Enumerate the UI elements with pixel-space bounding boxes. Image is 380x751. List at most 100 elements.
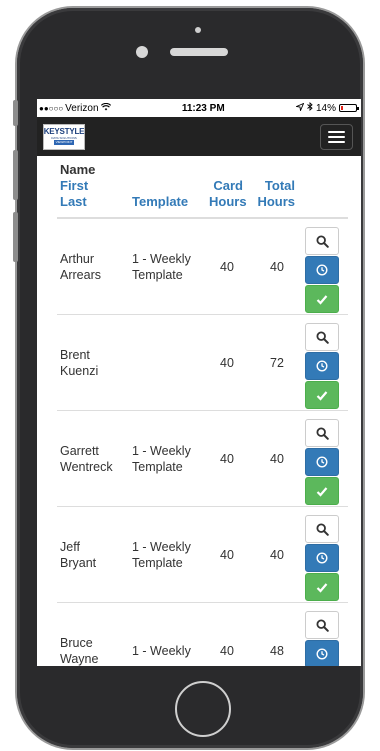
clock-icon: [316, 456, 328, 468]
first-name: Bruce: [60, 635, 93, 650]
hamburger-menu-button[interactable]: [320, 123, 353, 150]
total-hours-cell: 72: [257, 315, 297, 410]
table-row: Bruce Wayne 1 - Weekly 40 48: [57, 603, 348, 666]
table-row: Arthur Arrears 1 - Weekly Template 40 40: [57, 219, 348, 315]
screen: ●●○○○ Verizon 11:23 PM 14% KEYSTYLE DATA…: [37, 99, 361, 666]
clock-icon: [316, 648, 328, 660]
approve-button[interactable]: [305, 285, 339, 313]
timecard-button[interactable]: [305, 544, 339, 572]
template-cell: 1 - Weekly Template: [132, 507, 198, 602]
logo-badge: VIEWPOINT: [53, 140, 75, 145]
row-actions: [305, 611, 339, 666]
first-name: Garrett: [60, 443, 99, 458]
timecard-button[interactable]: [305, 352, 339, 380]
sort-card-hours-line2[interactable]: Hours: [209, 194, 247, 209]
signal-strength: ●●○○○: [39, 103, 64, 113]
sort-last-name[interactable]: Last: [60, 194, 87, 209]
approve-button[interactable]: [305, 381, 339, 409]
card-hours-cell: 40: [207, 411, 247, 506]
search-icon: [315, 234, 329, 248]
total-hours: 40: [270, 547, 284, 562]
template-cell: 1 - Weekly Template: [132, 219, 198, 314]
check-icon: [316, 486, 328, 497]
first-name: Arthur: [60, 251, 95, 266]
check-icon: [316, 390, 328, 401]
keystyle-logo[interactable]: KEYSTYLE DATA SOLUTIONS VIEWPOINT: [43, 123, 85, 150]
last-name: Wentreck: [60, 459, 113, 474]
template-name: 1 - Weekly Template: [132, 251, 191, 282]
view-button[interactable]: [305, 611, 339, 639]
table-row: Jeff Bryant 1 - Weekly Template 40 40: [57, 507, 348, 603]
total-hours: 72: [270, 355, 284, 370]
clock-icon: [316, 264, 328, 276]
template-name: 1 - Weekly Template: [132, 539, 191, 570]
table-body: Arthur Arrears 1 - Weekly Template 40 40 Bren…: [57, 219, 361, 666]
card-hours-cell: 40: [207, 315, 247, 410]
hamburger-icon: [328, 130, 345, 133]
home-button[interactable]: [175, 681, 231, 737]
clock: 11:23 PM: [181, 102, 225, 114]
last-name: Bryant: [60, 555, 97, 570]
total-hours-cell: 40: [257, 507, 297, 602]
search-icon: [315, 618, 329, 632]
last-name: Kuenzi: [60, 363, 99, 378]
row-actions: [305, 227, 339, 314]
check-icon: [316, 294, 328, 305]
timecard-button[interactable]: [305, 256, 339, 284]
view-button[interactable]: [305, 419, 339, 447]
earpiece-speaker: [170, 48, 228, 56]
template-name: 1 - Weekly Template: [132, 443, 191, 474]
row-actions: [305, 515, 339, 602]
timecard-table: Name First Last Template Card Hours Tota…: [37, 156, 361, 666]
sort-total-hours[interactable]: Total: [257, 178, 295, 193]
volume-down-button: [13, 212, 18, 262]
row-actions: [305, 323, 339, 410]
search-icon: [315, 426, 329, 440]
employee-name: Bruce Wayne: [60, 603, 126, 666]
total-hours: 48: [270, 643, 284, 658]
check-icon: [316, 582, 328, 593]
first-name: Brent: [60, 347, 90, 362]
front-camera: [136, 46, 148, 58]
table-row: Brent Kuenzi 40 72: [57, 315, 348, 411]
card-hours: 40: [220, 643, 234, 658]
hamburger-icon-line: [328, 140, 345, 143]
sort-template[interactable]: Template: [132, 194, 188, 209]
volume-up-button: [13, 150, 18, 200]
status-bar: ●●○○○ Verizon 11:23 PM 14%: [37, 99, 361, 117]
proximity-sensor: [195, 27, 201, 33]
search-icon: [315, 330, 329, 344]
timecard-button[interactable]: [305, 640, 339, 666]
view-button[interactable]: [305, 515, 339, 543]
row-actions: [305, 419, 339, 506]
template-cell: 1 - Weekly: [132, 603, 198, 666]
template-name: 1 - Weekly: [132, 643, 191, 658]
card-hours-cell: 40: [207, 603, 247, 666]
total-hours-cell: 48: [257, 603, 297, 666]
hamburger-icon-line: [328, 135, 345, 138]
total-hours-cell: 40: [257, 411, 297, 506]
view-button[interactable]: [305, 227, 339, 255]
view-button[interactable]: [305, 323, 339, 351]
sort-first-name[interactable]: First: [60, 178, 88, 193]
last-name: Arrears: [60, 267, 101, 282]
sort-total-hours-line2[interactable]: Hours: [257, 194, 295, 209]
employee-name: Arthur Arrears: [60, 219, 126, 314]
total-hours-cell: 40: [257, 219, 297, 314]
sort-card-hours[interactable]: Card: [209, 178, 243, 193]
card-hours-cell: 40: [207, 219, 247, 314]
battery-icon: [338, 104, 359, 112]
mute-switch: [13, 100, 18, 126]
approve-button[interactable]: [305, 573, 339, 601]
timecard-button[interactable]: [305, 448, 339, 476]
card-hours: 40: [220, 451, 234, 466]
employee-name: Brent Kuenzi: [60, 315, 126, 410]
table-row: Garrett Wentreck 1 - Weekly Template 40 40: [57, 411, 348, 507]
header-name: Name: [60, 162, 96, 177]
template-cell: 1 - Weekly Template: [132, 411, 198, 506]
card-hours-cell: 40: [207, 507, 247, 602]
total-hours: 40: [270, 451, 284, 466]
approve-button[interactable]: [305, 477, 339, 505]
carrier-name: Verizon: [65, 102, 99, 114]
clock-icon: [316, 360, 328, 372]
